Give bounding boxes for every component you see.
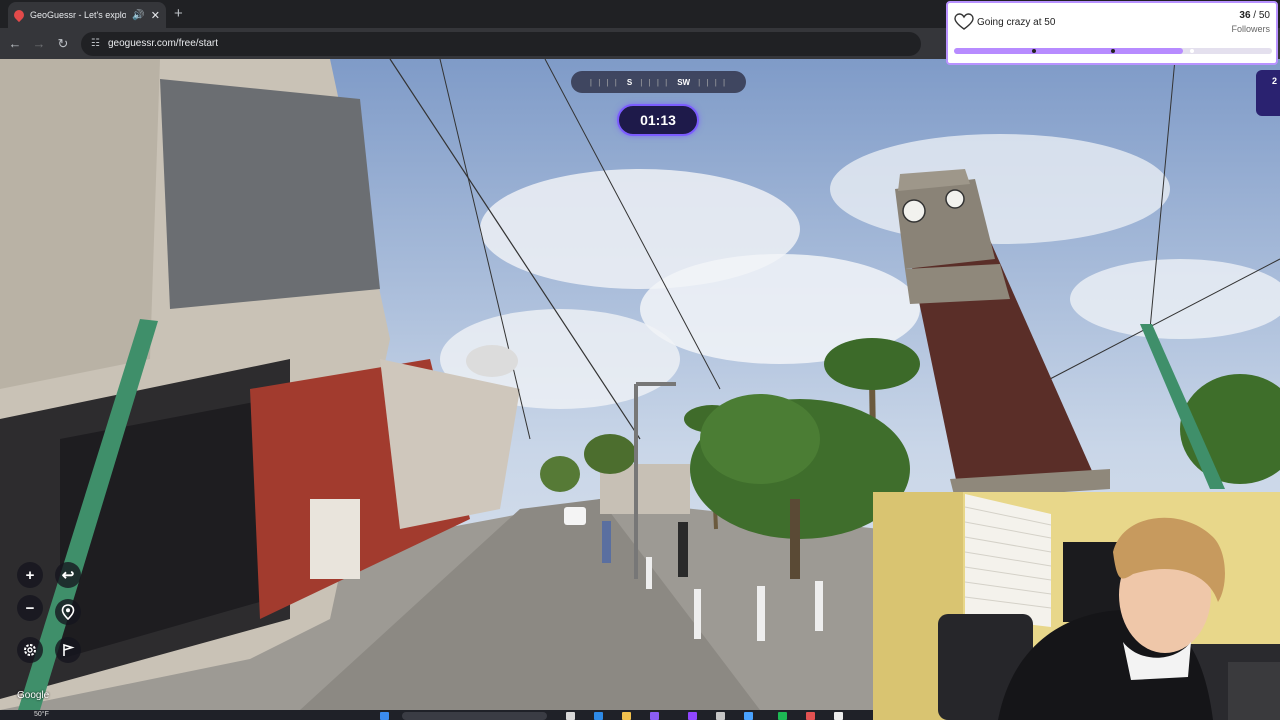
goal-separator: /: [1250, 10, 1259, 21]
taskbar: 50°F: [0, 710, 873, 720]
obs-icon[interactable]: [650, 712, 659, 720]
spotify-icon[interactable]: [778, 712, 787, 720]
url-field[interactable]: ☷ geoguessr.com/free/start: [81, 31, 921, 56]
flag-icon[interactable]: [55, 637, 81, 663]
app-icon[interactable]: [716, 712, 725, 720]
goal-title: Going crazy at 50: [977, 17, 1056, 28]
site-info-icon[interactable]: ☷: [91, 38, 100, 49]
reload-icon[interactable]: ↻: [51, 36, 75, 52]
milestone-dot: [1190, 49, 1194, 53]
milestone-dot: [1032, 49, 1036, 53]
twitch-icon[interactable]: [688, 712, 697, 720]
zoom-out-button[interactable]: −: [17, 595, 43, 621]
edge-icon[interactable]: [594, 712, 603, 720]
app-icon[interactable]: [834, 712, 843, 720]
undo-move-button[interactable]: ↩: [55, 562, 81, 588]
zoom-in-button[interactable]: +: [17, 562, 43, 588]
compass-bar: | | | | S | | | | SW | | | |: [571, 71, 746, 93]
compass-southwest: SW: [677, 77, 691, 87]
windows-start-icon[interactable]: [380, 712, 389, 720]
browser-tab[interactable]: GeoGuessr - Let's explore the world 🔊 ✕: [8, 2, 166, 28]
task-view-icon[interactable]: [566, 712, 575, 720]
side-badge: 2: [1256, 70, 1280, 116]
forward-arrow-icon[interactable]: →: [27, 36, 51, 51]
new-tab-button[interactable]: +: [174, 5, 183, 22]
webcam-overlay: [873, 492, 1280, 720]
search-bar[interactable]: [402, 712, 547, 720]
goal-progress-track: [954, 48, 1272, 54]
back-arrow-icon[interactable]: ←: [3, 36, 27, 51]
url-text: geoguessr.com/free/start: [107, 38, 219, 49]
webcam-image: [873, 492, 1280, 720]
compass-ticks: | | | |: [589, 77, 619, 87]
file-explorer-icon[interactable]: [622, 712, 631, 720]
goal-current: 36: [1239, 10, 1251, 21]
compass-ticks: | | | |: [640, 77, 670, 87]
speaker-icon[interactable]: 🔊: [132, 10, 144, 21]
goal-progress-fill: [954, 48, 1183, 54]
tab-title: GeoGuessr - Let's explore the world: [30, 10, 127, 20]
goal-count: 36 / 50: [1239, 10, 1270, 21]
compass-south: S: [626, 77, 633, 87]
geoguessr-favicon-icon: [11, 7, 27, 23]
google-attribution: Google: [17, 690, 50, 701]
goal-target: 50: [1258, 10, 1270, 21]
app-icon[interactable]: [744, 712, 753, 720]
app-icon[interactable]: [806, 712, 815, 720]
close-icon[interactable]: ✕: [151, 9, 160, 22]
goal-unit: Followers: [1231, 24, 1270, 34]
gear-icon[interactable]: [17, 637, 43, 663]
round-timer: 01:13: [617, 104, 699, 136]
follower-goal-widget: Going crazy at 50 36 / 50 Followers: [946, 1, 1278, 65]
location-pin-icon[interactable]: [55, 599, 81, 625]
milestone-dot: [1111, 49, 1115, 53]
weather-temperature: 50°F: [34, 711, 49, 718]
compass-ticks: | | | |: [698, 77, 728, 87]
heart-icon: [954, 13, 974, 30]
